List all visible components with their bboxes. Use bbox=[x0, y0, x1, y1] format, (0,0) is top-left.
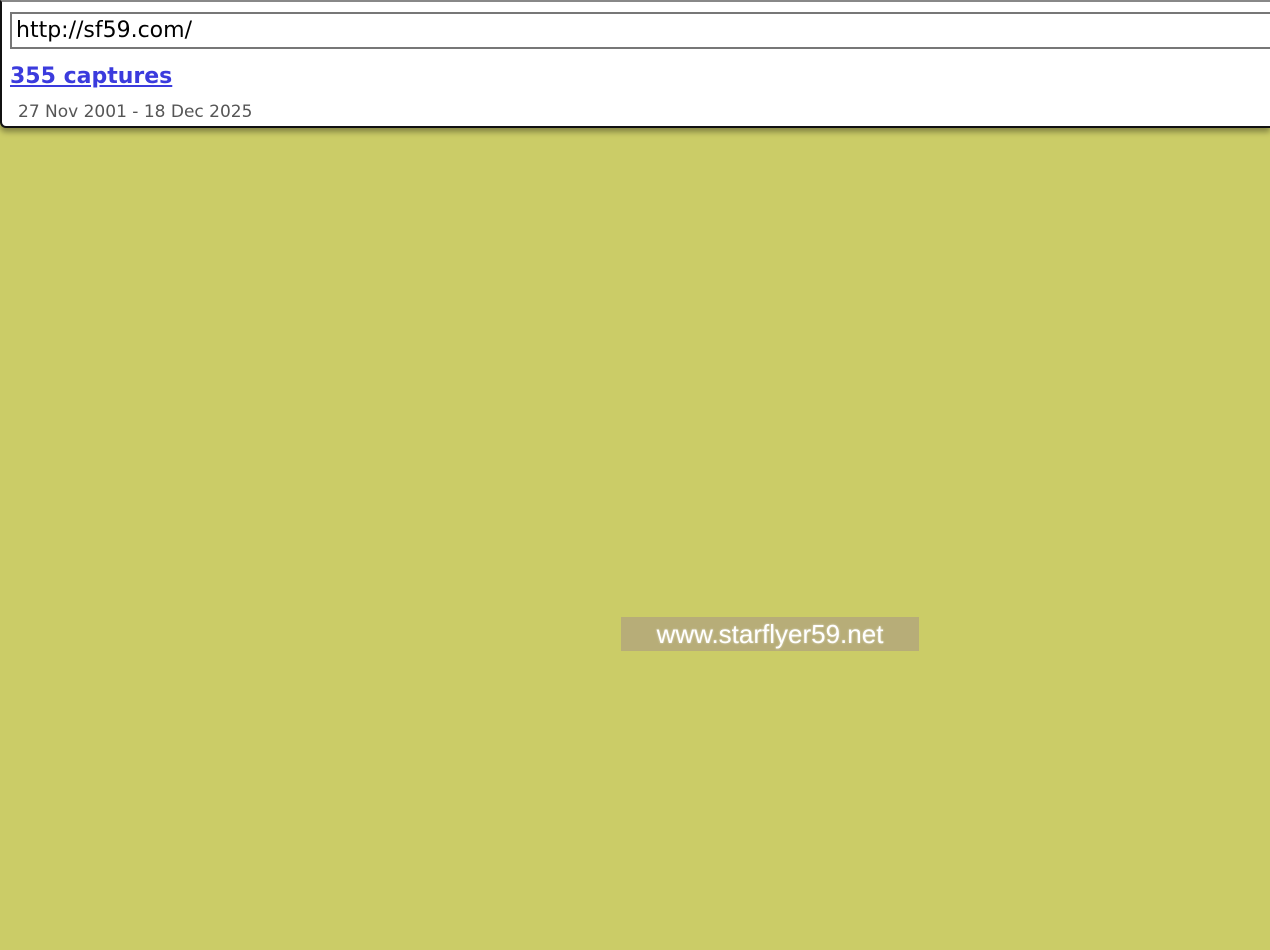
capture-date-range: 27 Nov 2001 - 18 Dec 2025 bbox=[18, 102, 253, 122]
wayback-toolbar: 355 captures 27 Nov 2001 - 18 Dec 2025 bbox=[0, 0, 1270, 128]
url-input[interactable] bbox=[10, 12, 1270, 49]
captures-link[interactable]: 355 captures bbox=[10, 64, 172, 89]
site-url-banner: www.starflyer59.net bbox=[621, 617, 919, 651]
